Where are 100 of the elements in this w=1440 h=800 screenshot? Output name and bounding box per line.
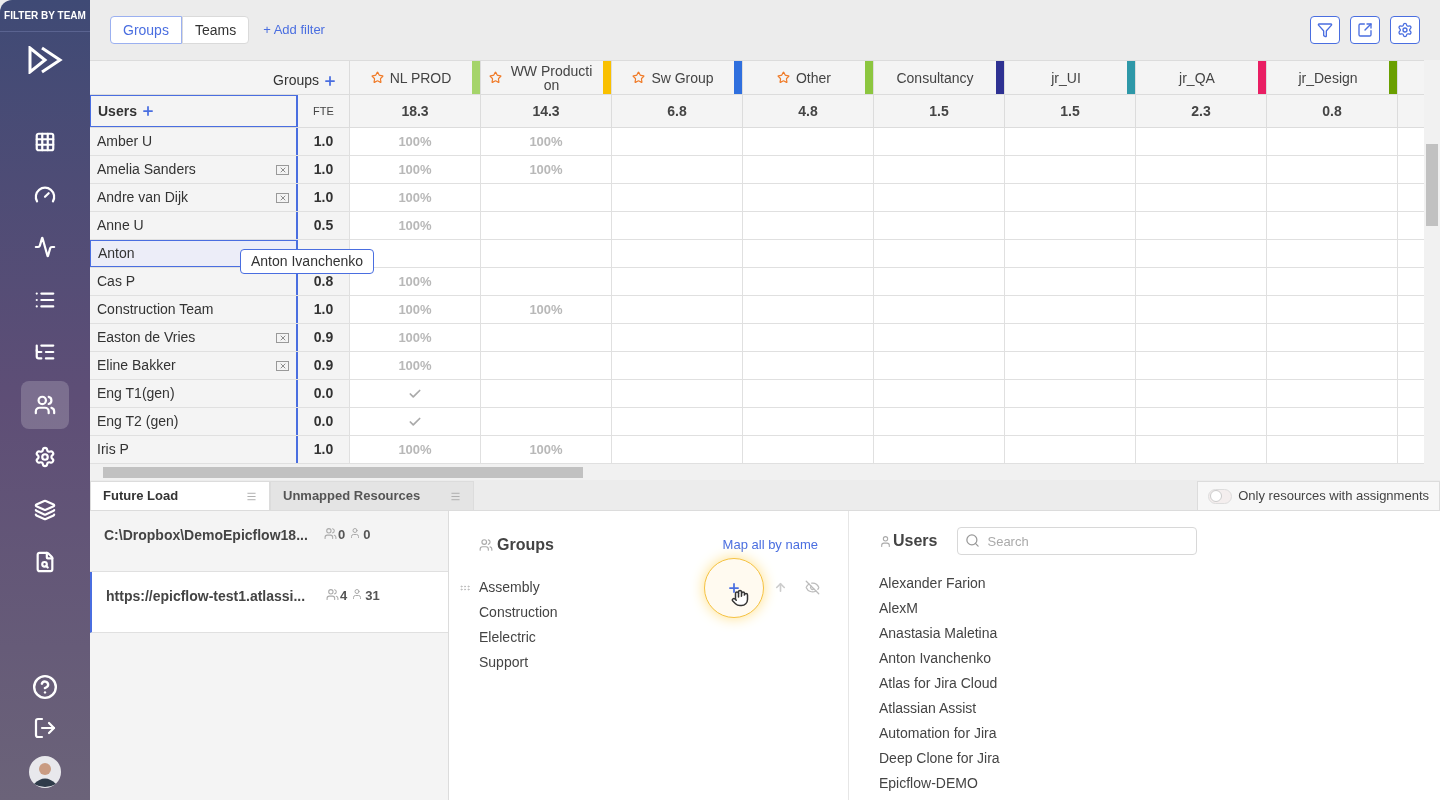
assignments-filter[interactable]: Only resources with assignments <box>1197 481 1440 510</box>
star-icon[interactable] <box>777 71 790 84</box>
star-icon[interactable] <box>488 71 502 84</box>
group-item[interactable]: Elelectric <box>479 627 536 648</box>
user-item[interactable]: Alexander Farion <box>879 571 986 596</box>
user-row-name[interactable]: Cas P <box>90 268 298 295</box>
group-item[interactable]: Support <box>479 652 529 673</box>
settings-button[interactable] <box>1390 16 1420 44</box>
user-item[interactable]: Anastasia Maletina <box>879 621 998 646</box>
group-column-header[interactable]: WW Production <box>481 61 612 94</box>
user-row-name[interactable]: Andre van Dijk <box>90 184 298 211</box>
view-toggle-tab[interactable]: Teams <box>181 16 250 44</box>
help-icon[interactable] <box>32 674 58 700</box>
fte-cell: 0.0 <box>298 408 350 435</box>
group-item[interactable]: Assembly <box>479 577 540 598</box>
group-column-header[interactable]: NL PROD <box>350 61 481 94</box>
group-fte: 6.8 <box>612 95 743 127</box>
logo-icon[interactable] <box>27 46 63 74</box>
user-row-name[interactable]: Eline Bakker <box>90 352 298 379</box>
user-item[interactable]: Anton Ivanchenko <box>879 646 992 671</box>
fte-cell: 0.9 <box>298 324 350 351</box>
group-count-icon <box>326 588 339 601</box>
group-fte: 1.5 <box>874 95 1005 127</box>
user-item[interactable]: Atlas for Jira Cloud <box>879 671 998 696</box>
user-name: Eng T2 (gen) <box>97 412 179 431</box>
filter-icon <box>1317 22 1333 38</box>
add-filter-link[interactable]: + Add filter <box>263 20 325 40</box>
search-icon <box>965 533 981 548</box>
user-name: Easton de Vries <box>97 328 196 347</box>
group-column-header[interactable]: jr_QA <box>1136 61 1267 94</box>
source-name: https://epicflow-test1.atlassi... <box>106 587 307 606</box>
group-fte: 14.3 <box>481 95 612 127</box>
fte-cell: 1.0 <box>298 128 350 155</box>
user-row-name[interactable]: Easton de Vries <box>90 324 298 351</box>
user-item[interactable]: Automation for Jira <box>879 721 997 746</box>
remove-icon[interactable] <box>276 360 289 371</box>
group-name: Sw Group <box>651 70 714 85</box>
add-user-icon[interactable] <box>140 104 155 118</box>
groups-icon <box>479 538 493 552</box>
group-column-header[interactable]: Consultancy <box>874 61 1005 94</box>
avatar[interactable] <box>29 756 61 788</box>
group-fte: 1.5 <box>1005 95 1136 127</box>
hide-icon[interactable] <box>805 580 820 595</box>
table-icon <box>34 131 56 153</box>
view-toggle-tab[interactable]: Groups <box>110 16 182 44</box>
user-item[interactable]: Atlassian Assist <box>879 696 977 721</box>
user-item[interactable]: AlexM <box>879 596 918 621</box>
remove-icon[interactable] <box>276 332 289 343</box>
logout-icon[interactable] <box>33 716 57 740</box>
user-row-name[interactable]: Eng T1(gen) <box>90 380 298 407</box>
star-icon[interactable] <box>632 71 646 84</box>
menu-icon[interactable] <box>246 490 257 502</box>
horizontal-scrollbar[interactable] <box>90 464 1424 480</box>
group-count-icon <box>324 527 337 540</box>
remove-icon[interactable] <box>276 192 289 203</box>
user-name: Construction Team <box>97 300 214 319</box>
group-name: NL PROD <box>389 70 452 85</box>
user-row-name[interactable]: Anne U <box>90 212 298 239</box>
map-all-link[interactable]: Map all by name <box>722 535 818 555</box>
group-fte: 0.8 <box>1267 95 1398 127</box>
panel-tab[interactable]: Unmapped Resources <box>270 481 475 510</box>
gantt-list-icon <box>34 341 56 363</box>
user-name: Anton <box>98 244 135 263</box>
group-column-header[interactable]: jr_UI <box>1005 61 1136 94</box>
user-count: 31 <box>365 587 380 605</box>
nav-button[interactable] <box>21 380 69 429</box>
remove-icon[interactable] <box>276 164 289 175</box>
source-item[interactable]: https://epicflow-test1.atlassi... 4 31 <box>90 572 448 633</box>
group-column-header[interactable]: Other <box>743 61 874 94</box>
user-item[interactable]: Epicflow-DEMO <box>879 771 978 796</box>
group-item[interactable]: Construction <box>479 602 558 623</box>
user-row-name[interactable]: Construction Team <box>90 296 298 323</box>
add-button-highlight[interactable] <box>704 557 764 618</box>
star-icon[interactable] <box>370 71 384 84</box>
user-name: Iris P <box>97 440 129 459</box>
group-column-header[interactable]: jr_Design <box>1267 61 1398 94</box>
move-up-icon[interactable] <box>774 581 787 594</box>
toggle-switch[interactable] <box>1208 488 1233 504</box>
user-item[interactable]: Deep Clone for Jira <box>879 746 1000 771</box>
export-icon <box>1357 22 1373 38</box>
gear-icon <box>34 446 56 468</box>
user-row-name[interactable]: Eng T2 (gen) <box>90 408 298 435</box>
user-count-icon <box>351 588 364 600</box>
vertical-scrollbar[interactable] <box>1424 60 1440 480</box>
search-field[interactable]: Search <box>957 527 1198 555</box>
add-group-icon[interactable] <box>323 73 337 88</box>
fte-cell: 1.0 <box>298 184 350 211</box>
user-row-name[interactable]: Amelia Sanders <box>90 156 298 183</box>
filter-button[interactable] <box>1310 16 1340 44</box>
fte-cell: 1.0 <box>298 436 350 463</box>
panel-tab[interactable]: Future Load <box>90 481 270 510</box>
group-fte: 2.3 <box>1136 95 1267 127</box>
fte-cell: 0.9 <box>298 352 350 379</box>
user-name: Eng T1(gen) <box>97 384 175 403</box>
user-row-name[interactable]: Amber U <box>90 128 298 155</box>
menu-icon[interactable] <box>450 490 462 502</box>
user-row-name[interactable]: Iris P <box>90 436 298 463</box>
export-button[interactable] <box>1350 16 1380 44</box>
group-column-header[interactable]: Sw Group <box>612 61 743 94</box>
group-name: jr_Design <box>1298 70 1358 85</box>
